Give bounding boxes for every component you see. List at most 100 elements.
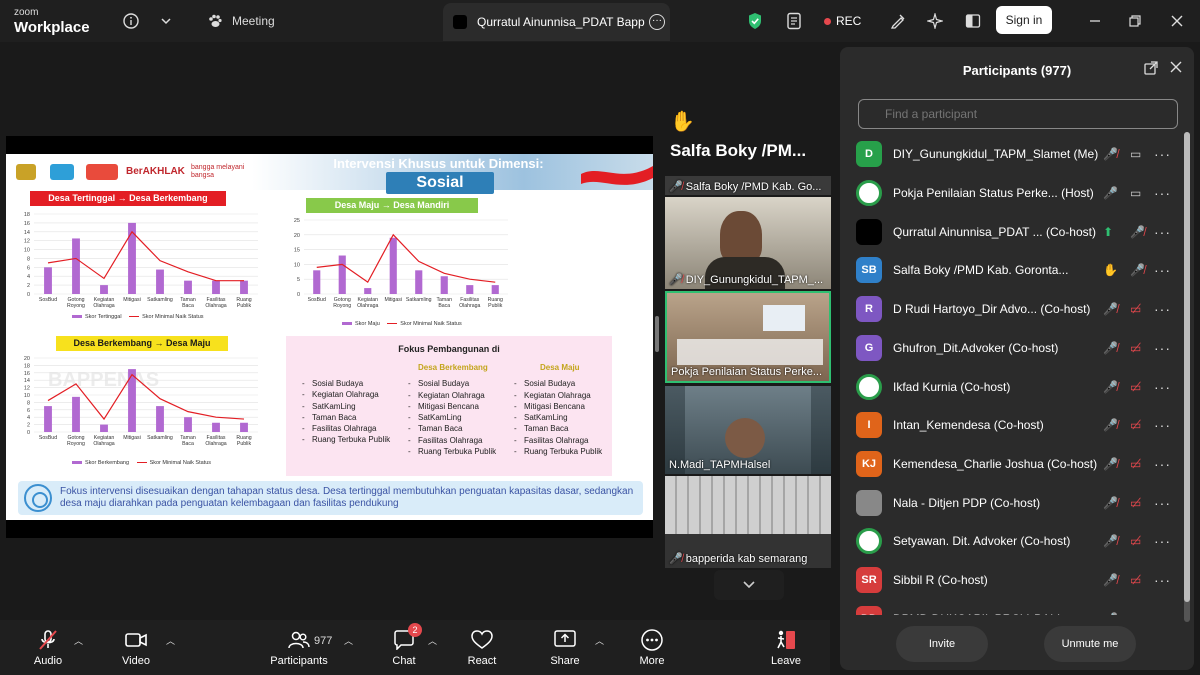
restore-icon[interactable] <box>1124 10 1146 32</box>
participant-row[interactable]: Ikfad Kurnia (Co-host) 🎤̸ ▭̸ ··· <box>840 367 1186 406</box>
participant-row[interactable]: Setyawan. Dit. Advoker (Co-host) 🎤̸ ▭̸ ··· <box>840 522 1186 561</box>
participant-more-icon[interactable]: ··· <box>1154 456 1171 472</box>
scroll-down-button[interactable] <box>714 570 784 600</box>
participant-list[interactable]: D DIY_Gunungkidul_TAPM_Slamet (Me) 🎤̸ ▭ ··· P… <box>840 135 1186 615</box>
participant-row[interactable]: D DIY_Gunungkidul_TAPM_Slamet (Me) 🎤̸ ▭ ··· <box>840 135 1186 174</box>
invite-button[interactable]: Invite <box>896 626 988 662</box>
participant-more-icon[interactable]: ··· <box>1154 262 1171 278</box>
participants-options-caret-icon[interactable]: ︿ <box>344 634 353 647</box>
app-brand: zoom Workplace <box>14 7 90 36</box>
participant-more-icon[interactable]: ··· <box>1154 301 1171 317</box>
participant-row[interactable]: Qurratul Ainunnisa_PDAT ... (Co-host) ⬆ 🎤̸… <box>840 212 1186 251</box>
share-options-caret-icon[interactable]: ︿ <box>595 634 604 647</box>
video-tile-active[interactable]: Pokja Penilaian Status Perke... <box>665 291 831 383</box>
chevron-down-icon[interactable] <box>155 10 177 32</box>
meeting-tab[interactable]: Qurratul Ainunnisa_PDAT Bappenas ··· <box>443 3 670 41</box>
participant-more-icon[interactable]: ··· <box>1154 340 1171 356</box>
video-tile[interactable]: N.Madi_TAPMHalsel <box>665 386 831 474</box>
chat-button[interactable]: 2 Chat <box>384 620 424 675</box>
sign-in-button[interactable]: Sign in <box>996 6 1052 34</box>
more-button[interactable]: More <box>632 620 672 675</box>
participants-button[interactable]: Participants <box>266 620 332 675</box>
shield-check-icon[interactable] <box>744 10 766 32</box>
avatar: DD <box>856 605 882 615</box>
video-tile[interactable]: 🎤̸ bapperida kab semarang <box>665 476 831 568</box>
video-tile[interactable]: 🎤̸ DIY_Gunungkidul_TAPM_... <box>665 197 831 289</box>
participant-row[interactable]: SB Salfa Boky /PMD Kab. Goronta... ✋ 🎤̸ ··· <box>840 251 1186 290</box>
chat-options-caret-icon[interactable]: ︿ <box>428 634 437 647</box>
notes-icon[interactable] <box>783 10 805 32</box>
x-tick-label: SosBud <box>39 435 57 441</box>
chart-bar <box>72 396 80 432</box>
y-tick-label: 8 <box>27 256 30 262</box>
share-button[interactable]: Share <box>545 620 585 675</box>
rec-indicator[interactable]: REC <box>824 14 861 28</box>
info-icon[interactable] <box>120 10 142 32</box>
avatar <box>856 528 882 555</box>
fokus-col-header: Desa Berkembang <box>418 363 488 372</box>
react-button[interactable]: React <box>462 620 502 675</box>
unmute-me-button[interactable]: Unmute me <box>1044 626 1136 662</box>
participant-scrollbar[interactable] <box>1184 132 1190 622</box>
participant-more-icon[interactable]: ··· <box>1154 572 1171 588</box>
participant-more-icon[interactable]: ··· <box>1154 379 1171 395</box>
participant-more-icon[interactable]: ··· <box>1154 611 1171 615</box>
avatar <box>856 180 882 207</box>
label-berkembang: Desa Berkembang → Desa Maju <box>56 336 228 351</box>
slide-title: Intervensi Khusus untuk Dimensi: <box>333 156 544 171</box>
berakhlak-logo: BerAKHLAK <box>126 166 185 177</box>
x-tick-label: Publik <box>488 303 503 309</box>
participant-row[interactable]: G Ghufron_Dit.Advoker (Co-host) 🎤̸ ▭̸ ··· <box>840 329 1186 368</box>
mic-muted-icon: 🎤̸ <box>1103 147 1118 162</box>
y-tick-label: 4 <box>27 415 30 421</box>
participant-more-icon[interactable]: ··· <box>1154 224 1171 240</box>
participant-name: Qurratul Ainunnisa_PDAT ... (Co-host) <box>893 224 1096 239</box>
minimize-icon[interactable] <box>1084 10 1106 32</box>
fokus-item: Mitigasi Bencana <box>408 401 508 413</box>
y-tick-label: 0 <box>297 292 300 298</box>
leave-button[interactable]: Leave <box>766 620 806 675</box>
participant-row[interactable]: Nala - Ditjen PDP (Co-host) 🎤̸ ▭̸ ··· <box>840 483 1186 522</box>
video-tile[interactable]: 🎤̸ Salfa Boky /PMD Kab. Go... <box>665 176 831 195</box>
participants-count: 977 <box>314 635 333 647</box>
annotate-icon[interactable] <box>887 10 909 32</box>
fokus-item: Taman Baca <box>408 423 508 435</box>
close-icon[interactable] <box>1166 10 1188 32</box>
split-resize-handle[interactable] <box>655 316 659 352</box>
legend-series-line: Skor Minimal Naik Status <box>142 314 204 320</box>
y-tick-label: 25 <box>294 218 300 224</box>
mic-muted-icon: 🎤̸ <box>1103 418 1118 433</box>
participant-more-icon[interactable]: ··· <box>1154 417 1171 433</box>
video-options-caret-icon[interactable]: ︿ <box>166 634 175 647</box>
scrollbar-thumb[interactable] <box>1184 132 1190 602</box>
fokus-item: Ruang Terbuka Publik <box>302 434 402 446</box>
participant-more-icon[interactable]: ··· <box>1154 185 1171 201</box>
video-button[interactable]: Video <box>116 620 156 675</box>
meeting-label[interactable]: Meeting <box>232 14 275 28</box>
video-tile-name: N.Madi_TAPMHalsel <box>669 459 771 471</box>
participant-row[interactable]: DD DPMD DUKCAPIL PROV. BALI... 🎤 ··· <box>840 599 1186 615</box>
x-tick-label: Royong <box>333 303 351 309</box>
participant-row[interactable]: I Intan_Kemendesa (Co-host) 🎤̸ ▭̸ ··· <box>840 406 1186 445</box>
participant-row[interactable]: SR Sibbil R (Co-host) 🎤̸ ▭̸ ··· <box>840 561 1186 600</box>
sparkle-icon[interactable] <box>924 10 946 32</box>
participant-row[interactable]: Pokja Penilaian Status Perke... (Host) 🎤 ▭… <box>840 174 1186 213</box>
participant-row[interactable]: KJ Kemendesa_Charlie Joshua (Co-host) 🎤̸ ▭̸… <box>840 445 1186 484</box>
audio-options-caret-icon[interactable]: ︿ <box>74 634 83 647</box>
participant-more-icon[interactable]: ··· <box>1154 146 1171 162</box>
participant-search-input[interactable] <box>858 99 1178 129</box>
brand-small: zoom <box>14 7 39 18</box>
participant-more-icon[interactable]: ··· <box>1154 495 1171 511</box>
mic-muted-icon: 🎤̸ <box>1103 340 1118 355</box>
close-panel-icon[interactable] <box>1170 61 1182 76</box>
participant-name: Salfa Boky /PMD Kab. Goronta... <box>893 263 1069 278</box>
fokus-item: Taman Baca <box>302 412 402 424</box>
participant-row[interactable]: R D Rudi Hartoyo_Dir Advo... (Co-host) 🎤̸ ▭… <box>840 290 1186 329</box>
y-tick-label: 4 <box>27 274 30 280</box>
popout-icon[interactable] <box>1144 61 1158 78</box>
more-options-icon[interactable]: ··· <box>649 14 665 30</box>
participant-more-icon[interactable]: ··· <box>1154 533 1171 549</box>
audio-button[interactable]: Audio <box>28 620 68 675</box>
fokus-col-maju: Desa Maju Sosial Budaya Kegiatan Olahrag… <box>514 362 610 458</box>
layout-icon[interactable] <box>962 10 984 32</box>
